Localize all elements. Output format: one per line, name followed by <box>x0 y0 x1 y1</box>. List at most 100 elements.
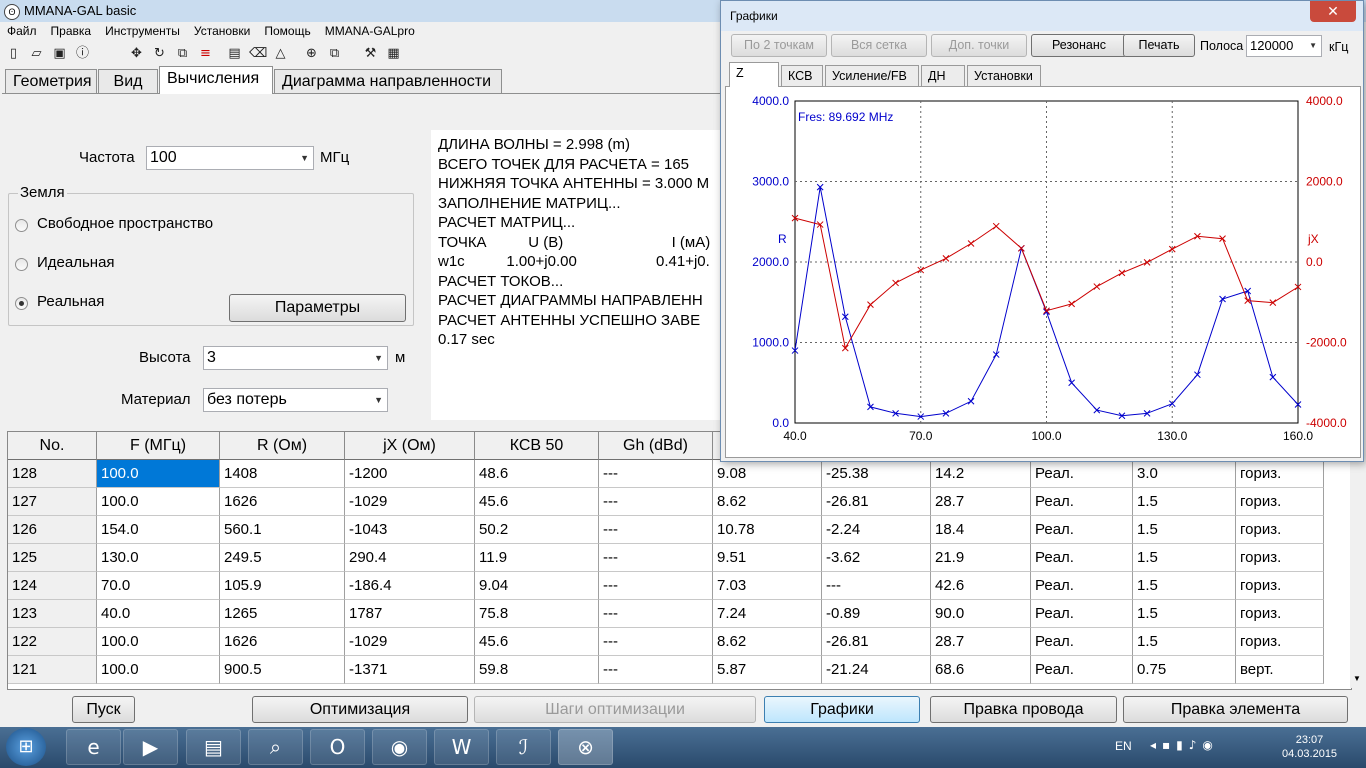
table-cell[interactable]: 560.1 <box>220 516 345 544</box>
table-cell[interactable]: гориз. <box>1236 544 1324 572</box>
table-row-number[interactable]: 124 <box>8 572 97 600</box>
table-cell[interactable]: 1265 <box>220 600 345 628</box>
table-cell[interactable]: 1.5 <box>1133 600 1236 628</box>
table-scrollbar[interactable]: ▲ ▼ <box>1350 431 1365 688</box>
table-cell[interactable]: -26.81 <box>822 488 931 516</box>
graphs-title-bar[interactable]: Графики <box>721 1 1363 31</box>
table-cell[interactable]: -0.89 <box>822 600 931 628</box>
table-cell[interactable]: гориз. <box>1236 600 1324 628</box>
menu-help[interactable]: Помощь <box>257 22 317 38</box>
table-header-col-no[interactable]: No. <box>8 432 97 460</box>
calculation-log[interactable]: ДЛИНА ВОЛНЫ = 2.998 (m) ВСЕГО ТОЧЕК ДЛЯ … <box>431 130 731 420</box>
table-cell[interactable]: 68.6 <box>931 656 1031 684</box>
table-cell[interactable]: 100.0 <box>97 488 220 516</box>
table-cell[interactable]: Реал. <box>1031 544 1133 572</box>
calculator-icon[interactable]: ▦ <box>385 45 402 62</box>
close-icon[interactable]: ✕ <box>1310 1 1356 22</box>
table-cell[interactable]: гориз. <box>1236 460 1324 488</box>
menu-mmana-pro[interactable]: MMANA-GALpro <box>318 22 422 38</box>
table-cell[interactable]: 18.4 <box>931 516 1031 544</box>
edit-wire-button[interactable]: Правка провода <box>930 696 1117 723</box>
ground-parameters-button[interactable]: Параметры <box>229 294 406 322</box>
table-cell[interactable]: 249.5 <box>220 544 345 572</box>
erase-icon[interactable]: ⌫ <box>249 45 267 62</box>
table-cell[interactable]: 59.8 <box>475 656 599 684</box>
full-grid-button[interactable]: Вся сетка <box>831 34 927 57</box>
print-button[interactable]: Печать <box>1123 34 1195 57</box>
table-cell[interactable]: 1787 <box>345 600 475 628</box>
table-cell[interactable]: Реал. <box>1031 600 1133 628</box>
tab-pattern[interactable]: ДН <box>921 65 965 86</box>
table-cell[interactable]: гориз. <box>1236 628 1324 656</box>
table-cell[interactable]: Реал. <box>1031 628 1133 656</box>
media-player-icon[interactable]: ▶ <box>123 729 178 765</box>
table-cell[interactable]: 100.0 <box>97 656 220 684</box>
table-cell[interactable]: 1.5 <box>1133 572 1236 600</box>
table-cell[interactable]: верт. <box>1236 656 1324 684</box>
table-cell[interactable]: Реал. <box>1031 516 1133 544</box>
table-cell[interactable]: 1408 <box>220 460 345 488</box>
table-cell[interactable]: 0.75 <box>1133 656 1236 684</box>
extra-points-button[interactable]: Доп. точки <box>931 34 1027 57</box>
table-cell[interactable]: --- <box>599 628 713 656</box>
table-cell[interactable]: 290.4 <box>345 544 475 572</box>
info-icon[interactable]: ⓘ <box>74 45 91 62</box>
table-header-col-jx[interactable]: jX (Ом) <box>345 432 475 460</box>
table-header-col-freq[interactable]: F (МГц) <box>97 432 220 460</box>
library-icon[interactable]: ▤ <box>186 729 241 765</box>
mmana-taskbar-icon[interactable]: ⊗ <box>558 729 613 765</box>
table-cell[interactable]: 900.5 <box>220 656 345 684</box>
table-cell[interactable]: -3.62 <box>822 544 931 572</box>
table-cell[interactable]: -1200 <box>345 460 475 488</box>
start-button[interactable]: Пуск <box>72 696 135 723</box>
table-cell[interactable]: Реал. <box>1031 656 1133 684</box>
table-cell[interactable]: -25.38 <box>822 460 931 488</box>
menu-file[interactable]: Файл <box>0 22 44 38</box>
table-cell[interactable]: --- <box>822 572 931 600</box>
page-icon[interactable]: ▤ <box>226 45 243 62</box>
table-row-number[interactable]: 123 <box>8 600 97 628</box>
tray-icons[interactable]: ◂▪▮♪◉ <box>1150 738 1219 752</box>
table-cell[interactable]: 75.8 <box>475 600 599 628</box>
table-cell[interactable]: 1.5 <box>1133 516 1236 544</box>
table-cell[interactable]: -1043 <box>345 516 475 544</box>
table-cell[interactable]: 154.0 <box>97 516 220 544</box>
table-cell[interactable]: 8.62 <box>713 628 822 656</box>
tools-icon[interactable]: ⚒ <box>362 45 379 62</box>
optimization-button[interactable]: Оптимизация <box>252 696 468 723</box>
firefox-icon[interactable]: ◉ <box>372 729 427 765</box>
table-cell[interactable]: 100.0 <box>97 460 220 488</box>
table-row-number[interactable]: 126 <box>8 516 97 544</box>
table-cell[interactable]: 1.5 <box>1133 544 1236 572</box>
internet-explorer-icon[interactable]: e <box>66 729 121 765</box>
table-cell[interactable]: -186.4 <box>345 572 475 600</box>
ground-ideal-radio[interactable] <box>15 258 28 271</box>
save-icon[interactable]: ▣ <box>51 45 68 62</box>
table-cell[interactable]: 5.87 <box>713 656 822 684</box>
optimization-steps-button[interactable]: Шаги оптимизации <box>474 696 756 723</box>
opera-icon[interactable]: O <box>310 729 365 765</box>
ground-ideal-label[interactable]: Идеальная <box>37 254 115 271</box>
table-cell[interactable]: гориз. <box>1236 488 1324 516</box>
table-cell[interactable]: 9.51 <box>713 544 822 572</box>
tab-calculation[interactable]: Вычисления <box>159 66 273 94</box>
language-indicator[interactable]: EN <box>1115 739 1132 753</box>
table-cell[interactable]: 1626 <box>220 628 345 656</box>
menu-edit[interactable]: Правка <box>44 22 99 38</box>
table-cell[interactable]: Реал. <box>1031 488 1133 516</box>
frequency-combo[interactable]: 100 ▼ <box>146 146 314 170</box>
table-cell[interactable]: --- <box>599 460 713 488</box>
table-cell[interactable]: --- <box>599 488 713 516</box>
table-cell[interactable]: 8.62 <box>713 488 822 516</box>
table-cell[interactable]: --- <box>599 544 713 572</box>
menu-settings[interactable]: Установки <box>187 22 257 38</box>
table-cell[interactable]: 100.0 <box>97 628 220 656</box>
table-cell[interactable]: 45.6 <box>475 628 599 656</box>
edit-element-button[interactable]: Правка элемента <box>1123 696 1348 723</box>
table-header-col-r[interactable]: R (Ом) <box>220 432 345 460</box>
table-cell[interactable]: --- <box>599 656 713 684</box>
table-cell[interactable]: 28.7 <box>931 488 1031 516</box>
scroll-down-icon[interactable]: ▼ <box>1353 674 1361 683</box>
clock[interactable]: 23:07 04.03.2015 <box>1282 733 1337 761</box>
pdf-reader-icon[interactable]: ℐ <box>496 729 551 765</box>
